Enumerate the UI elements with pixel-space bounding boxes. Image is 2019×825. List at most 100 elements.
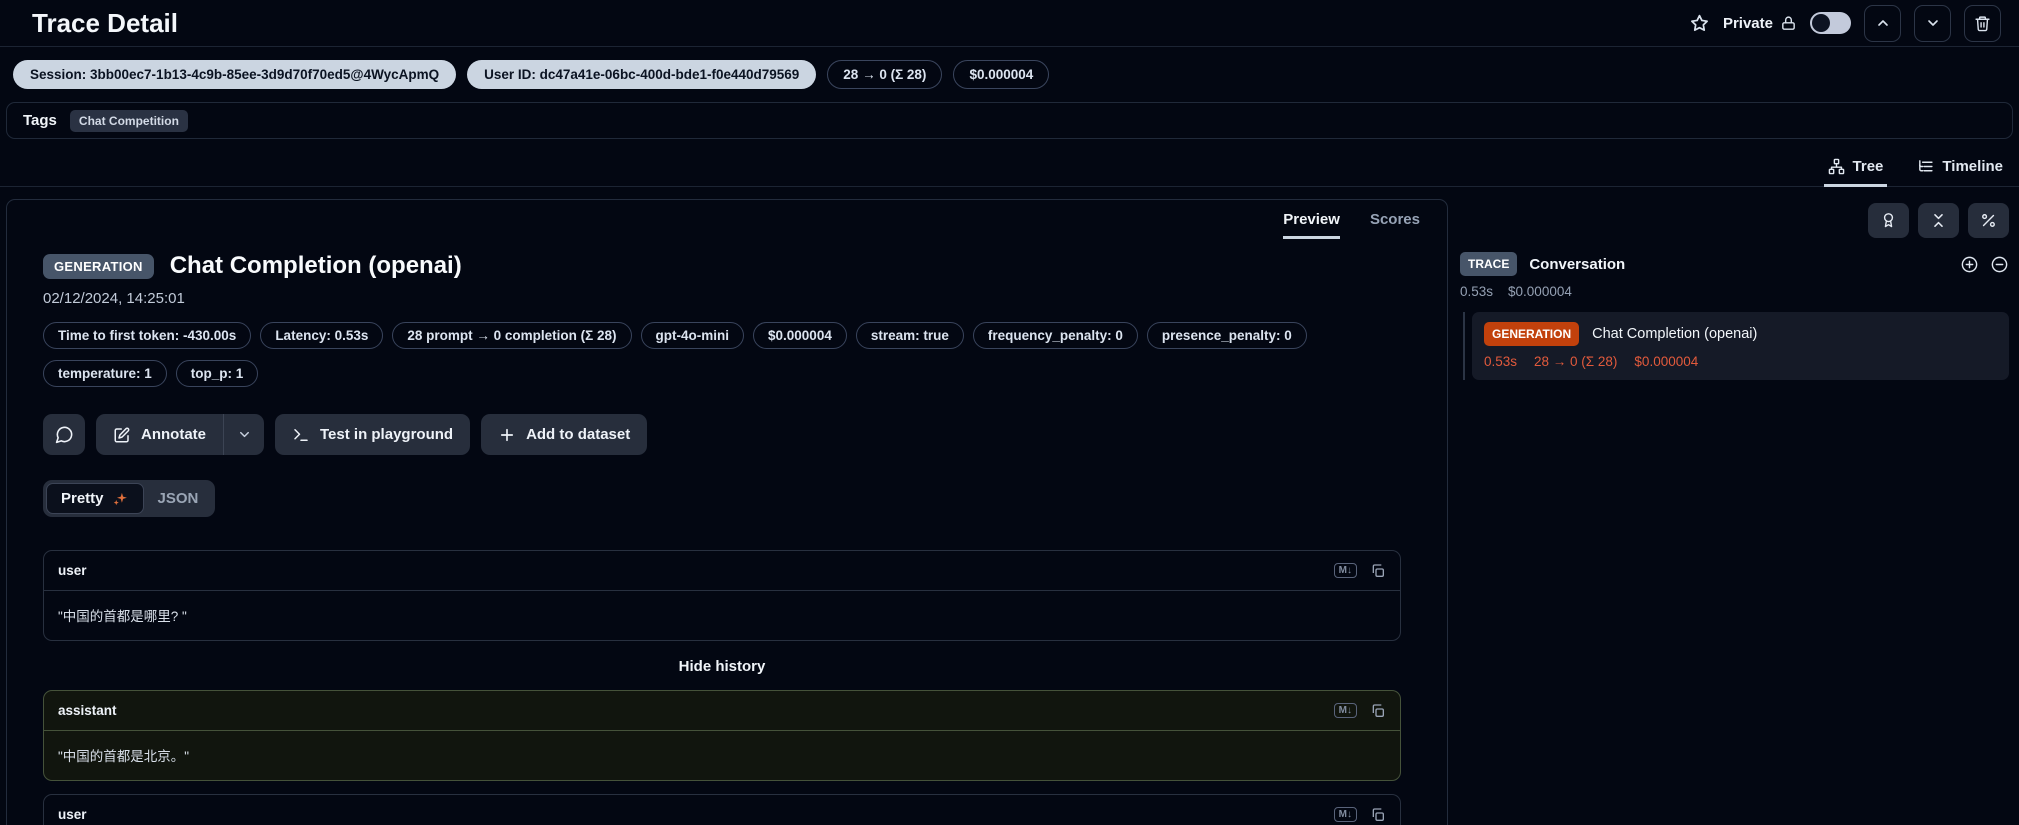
metric-badge-ttft: Time to first token: -430.00s (43, 322, 251, 349)
annotate-button[interactable]: Annotate (96, 414, 223, 455)
comments-button[interactable] (43, 414, 85, 455)
observation-body: GENERATION Chat Completion (openai) 02/1… (7, 239, 1447, 825)
tab-timeline[interactable]: Timeline (1913, 149, 2007, 187)
bookmark-star-icon[interactable] (1689, 13, 1710, 34)
add-to-dataset-button[interactable]: Add to dataset (481, 414, 647, 455)
message-header-icons: M↓ (1334, 703, 1386, 719)
markdown-toggle-icon[interactable]: M↓ (1334, 807, 1357, 822)
comment-bubble-icon (55, 425, 74, 444)
chevron-up-icon (1875, 15, 1891, 31)
message-content: "中国的首都是北京。" (44, 731, 1400, 780)
generation-node-row[interactable]: GENERATION Chat Completion (openai) 0.53… (1472, 312, 2009, 380)
tree-guide-line (1463, 312, 1465, 380)
metric-badge-presence-penalty: presence_penalty: 0 (1147, 322, 1307, 349)
observation-header: GENERATION Chat Completion (openai) (43, 252, 1407, 280)
test-in-playground-button[interactable]: Test in playground (275, 414, 470, 455)
metric-badge-cost: $0.000004 (753, 322, 847, 349)
preview-scores-tabs: Preview Scores (7, 200, 1447, 239)
metric-badge-tokens: 28 prompt → 0 completion (Σ 28) (392, 322, 631, 349)
privacy-control: Private (1723, 15, 1797, 32)
page-title: Trace Detail (32, 8, 178, 39)
expand-plus-icon[interactable] (1960, 255, 1979, 274)
terminal-icon (292, 426, 310, 444)
previous-trace-button[interactable] (1864, 5, 1901, 42)
annotate-split-button: Annotate (96, 414, 264, 455)
node-tokens: 28 → 0 (Σ 28) (1534, 354, 1617, 369)
generation-node-header: GENERATION Chat Completion (openai) (1484, 322, 1997, 346)
hide-history-button[interactable]: Hide history (43, 658, 1401, 675)
message-header: assistant M↓ (44, 691, 1400, 731)
collapse-minus-icon[interactable] (1990, 255, 2009, 274)
metric-badge-stream: stream: true (856, 322, 964, 349)
message-role: user (58, 563, 87, 578)
show-percentages-button[interactable] (1968, 203, 2009, 238)
collapse-all-button[interactable] (1918, 203, 1959, 238)
message-header-icons: M↓ (1334, 563, 1386, 579)
copy-icon[interactable] (1370, 807, 1386, 823)
plus-icon (498, 426, 516, 444)
copy-icon[interactable] (1370, 703, 1386, 719)
generation-type-badge: GENERATION (43, 254, 154, 279)
annotate-dropdown-button[interactable] (224, 414, 264, 455)
trace-type-badge: TRACE (1460, 252, 1517, 276)
delete-trace-button[interactable] (1964, 5, 2001, 42)
format-pretty-label: Pretty (61, 490, 104, 507)
tree-children: GENERATION Chat Completion (openai) 0.53… (1458, 312, 2009, 380)
chevrons-collapse-icon (1930, 212, 1947, 229)
tab-preview[interactable]: Preview (1283, 211, 1340, 239)
session-badge[interactable]: Session: 3bb00ec7-1b13-4c9b-85ee-3d9d70f… (13, 60, 456, 89)
trace-latency: 0.53s (1460, 284, 1493, 299)
message-header-icons: M↓ (1334, 807, 1386, 823)
trace-cost: $0.000004 (1508, 284, 1572, 299)
tab-tree-label: Tree (1853, 158, 1884, 175)
trace-name: Conversation (1529, 256, 1625, 273)
tree-icon (1828, 158, 1845, 175)
metric-badge-top-p: top_p: 1 (176, 360, 259, 387)
tab-tree[interactable]: Tree (1824, 149, 1888, 187)
trace-id-badges: Session: 3bb00ec7-1b13-4c9b-85ee-3d9d70f… (0, 47, 2019, 89)
percent-icon (1980, 212, 1997, 229)
next-trace-button[interactable] (1914, 5, 1951, 42)
tags-section: Tags Chat Competition (6, 102, 2013, 139)
timeline-icon (1917, 158, 1934, 175)
tree-panel-toolbar (1458, 203, 2009, 238)
annotate-label: Annotate (141, 426, 206, 443)
message-header: user M↓ (44, 795, 1400, 825)
message-content: "中国的首都是哪里? " (44, 591, 1400, 640)
generation-node-metrics: 0.53s 28 → 0 (Σ 28) $0.000004 (1484, 354, 1997, 369)
test-in-playground-label: Test in playground (320, 426, 453, 443)
view-mode-tabs: Tree Timeline (0, 149, 2019, 187)
trash-icon (1974, 15, 1991, 32)
privacy-label: Private (1723, 15, 1773, 32)
trace-root-row[interactable]: TRACE Conversation (1458, 252, 2009, 276)
scores-award-button[interactable] (1868, 203, 1909, 238)
observation-timestamp: 02/12/2024, 14:25:01 (43, 290, 1407, 307)
trace-detail-page: Trace Detail Private Sessi (0, 0, 2019, 825)
message-user-1: user M↓ "中国的首都是哪里? " (43, 550, 1401, 641)
format-toggle: Pretty JSON (43, 480, 215, 517)
sparkles-icon (112, 490, 129, 507)
copy-icon[interactable] (1370, 563, 1386, 579)
observation-title: Chat Completion (openai) (170, 252, 462, 280)
public-sharing-toggle[interactable] (1810, 12, 1851, 34)
markdown-toggle-icon[interactable]: M↓ (1334, 703, 1357, 718)
top-bar: Trace Detail Private (0, 0, 2019, 47)
format-json-segment[interactable]: JSON (144, 484, 213, 513)
user-id-badge[interactable]: User ID: dc47a41e-06bc-400d-bde1-f0e440d… (467, 60, 816, 89)
markdown-toggle-icon[interactable]: M↓ (1334, 563, 1357, 578)
tab-scores[interactable]: Scores (1370, 211, 1420, 239)
tab-timeline-label: Timeline (1942, 158, 2003, 175)
generation-node-badge: GENERATION (1484, 322, 1579, 346)
edit-pen-icon (113, 426, 131, 444)
format-pretty-segment[interactable]: Pretty (46, 483, 144, 514)
message-header: user M↓ (44, 551, 1400, 591)
tag-chat-competition[interactable]: Chat Competition (70, 110, 188, 132)
tree-zoom-controls (1960, 255, 2009, 274)
token-usage-badge: 28 → 0 (Σ 28) (827, 60, 942, 89)
tags-label: Tags (23, 112, 57, 129)
node-latency: 0.53s (1484, 354, 1517, 369)
observation-card: Preview Scores GENERATION Chat Completio… (6, 199, 1448, 825)
metric-badge-model[interactable]: gpt-4o-mini (641, 322, 745, 349)
chevron-down-icon (1925, 15, 1941, 31)
add-to-dataset-label: Add to dataset (526, 426, 630, 443)
